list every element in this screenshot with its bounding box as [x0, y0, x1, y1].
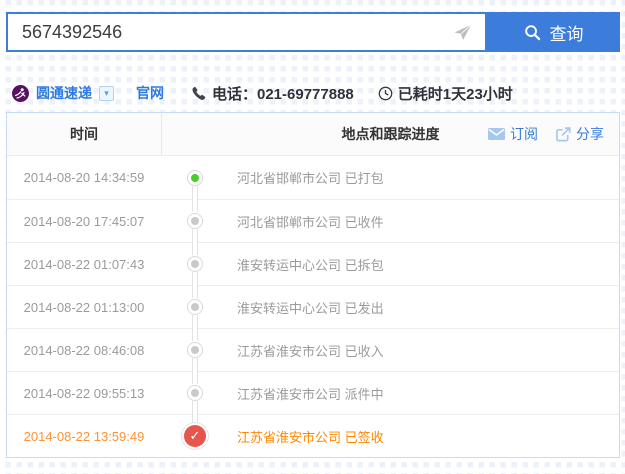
- timeline-cell: [161, 242, 229, 285]
- chevron-down-icon: ▾: [104, 87, 109, 98]
- tracking-row: 2014-08-20 17:45:07 河北省邯郸市公司 已收件: [7, 199, 619, 242]
- gray-dot-icon: [187, 299, 203, 315]
- row-status: 河北省邯郸市公司 已打包: [237, 171, 384, 186]
- tracking-row: 2014-08-22 01:13:00 淮安转运中心公司 已发出: [7, 285, 619, 328]
- phone-number: 电话：021-69777888: [212, 85, 354, 103]
- share-label: 分享: [576, 126, 604, 142]
- phone-icon: [192, 86, 207, 101]
- timeline-cell: [161, 371, 229, 414]
- courier-name-link[interactable]: 圆通速递: [36, 83, 92, 103]
- elapsed-time: 已耗时1天23小时: [397, 85, 513, 103]
- official-site-link[interactable]: 官网: [136, 83, 164, 103]
- subscribe-button[interactable]: 订阅: [488, 124, 538, 144]
- timeline-line: [192, 414, 198, 423]
- courier-bar: 圆通速递 ▾ 官网 电话：021-69777888 已耗时1天23小时: [12, 82, 625, 104]
- timeline-line: [192, 229, 198, 242]
- elapsed-info: 已耗时1天23小时: [378, 83, 513, 104]
- row-time: 2014-08-22 08:46:08: [23, 342, 145, 358]
- tracking-row: 2014-08-22 09:55:13 江苏省淮安市公司 派件中: [7, 371, 619, 414]
- tracking-number-input[interactable]: [6, 12, 487, 52]
- timeline-cell: [161, 199, 229, 242]
- express-tracking-page: { "search": { "value": "5674392546", "bu…: [0, 12, 625, 474]
- row-status: 淮安转运中心公司 已拆包: [237, 257, 384, 273]
- row-time: 2014-08-22 01:07:43: [23, 256, 145, 272]
- subscribe-label: 订阅: [510, 126, 538, 142]
- tracking-table: 时间 地点和跟踪进度 订阅 分享 2014-08-20 14:34:59 河北省…: [6, 112, 620, 458]
- table-body: 2014-08-20 14:34:59 河北省邯郸市公司 已打包 2014-08…: [7, 156, 619, 457]
- timeline-line: [192, 272, 198, 285]
- timeline-line: [192, 358, 198, 371]
- row-status: 江苏省淮安市公司 已签收: [237, 429, 384, 445]
- gray-dot-icon: [187, 213, 203, 229]
- magnifier-icon: [524, 24, 541, 41]
- tracking-row: 2014-08-22 01:07:43 淮安转运中心公司 已拆包: [7, 242, 619, 285]
- row-status: 河北省邯郸市公司 已收件: [237, 214, 384, 230]
- green-dot-icon: [187, 169, 203, 186]
- row-time: 2014-08-20 17:45:07: [23, 213, 145, 229]
- row-time: 2014-08-22 09:55:13: [23, 385, 145, 401]
- tracking-row: 2014-08-22 08:46:08 江苏省淮安市公司 已收入: [7, 328, 619, 371]
- gray-dot-icon: [187, 256, 203, 272]
- timeline-line: [192, 328, 198, 341]
- table-header: 时间 地点和跟踪进度 订阅 分享: [7, 113, 619, 156]
- row-status: 淮安转运中心公司 已发出: [237, 300, 384, 316]
- timeline-line: [192, 285, 198, 298]
- courier-logo-icon: [12, 84, 29, 102]
- timeline-cell: ✓: [161, 414, 229, 457]
- phone-info: 电话：021-69777888: [192, 83, 354, 104]
- row-time: 2014-08-22 13:59:49: [23, 428, 145, 444]
- search-button[interactable]: 查询: [487, 12, 620, 52]
- timeline-line: [192, 371, 198, 384]
- send-icon[interactable]: [452, 22, 473, 43]
- share-icon: [556, 126, 571, 142]
- search-bar: 查询: [6, 12, 620, 52]
- share-button[interactable]: 分享: [556, 124, 604, 144]
- timeline-line: [192, 199, 198, 212]
- clock-icon: [378, 86, 393, 101]
- row-status: 江苏省淮安市公司 派件中: [237, 386, 384, 402]
- timeline-cell: [161, 156, 229, 199]
- courier-dropdown-toggle[interactable]: ▾: [99, 85, 114, 101]
- check-icon: ✓: [184, 425, 206, 447]
- timeline-cell: [161, 328, 229, 371]
- row-status: 江苏省淮安市公司 已收入: [237, 343, 384, 359]
- envelope-icon: [488, 128, 505, 140]
- timeline-line: [192, 315, 198, 328]
- header-time: 时间: [70, 126, 98, 142]
- row-time: 2014-08-20 14:34:59: [23, 170, 145, 185]
- gray-dot-icon: [187, 342, 203, 358]
- timeline-cell: [161, 285, 229, 328]
- search-box: [6, 12, 487, 52]
- row-time: 2014-08-22 01:13:00: [23, 299, 145, 315]
- search-button-label: 查询: [549, 24, 584, 44]
- gray-dot-icon: [187, 385, 203, 401]
- tracking-row: 2014-08-20 14:34:59 河北省邯郸市公司 已打包: [7, 156, 619, 199]
- timeline-line: [192, 185, 198, 199]
- header-actions: 订阅 分享: [478, 113, 604, 155]
- tracking-row: 2014-08-22 13:59:49 ✓ 江苏省淮安市公司 已签收: [7, 414, 619, 457]
- timeline-line: [192, 242, 198, 255]
- timeline-line: [192, 401, 198, 414]
